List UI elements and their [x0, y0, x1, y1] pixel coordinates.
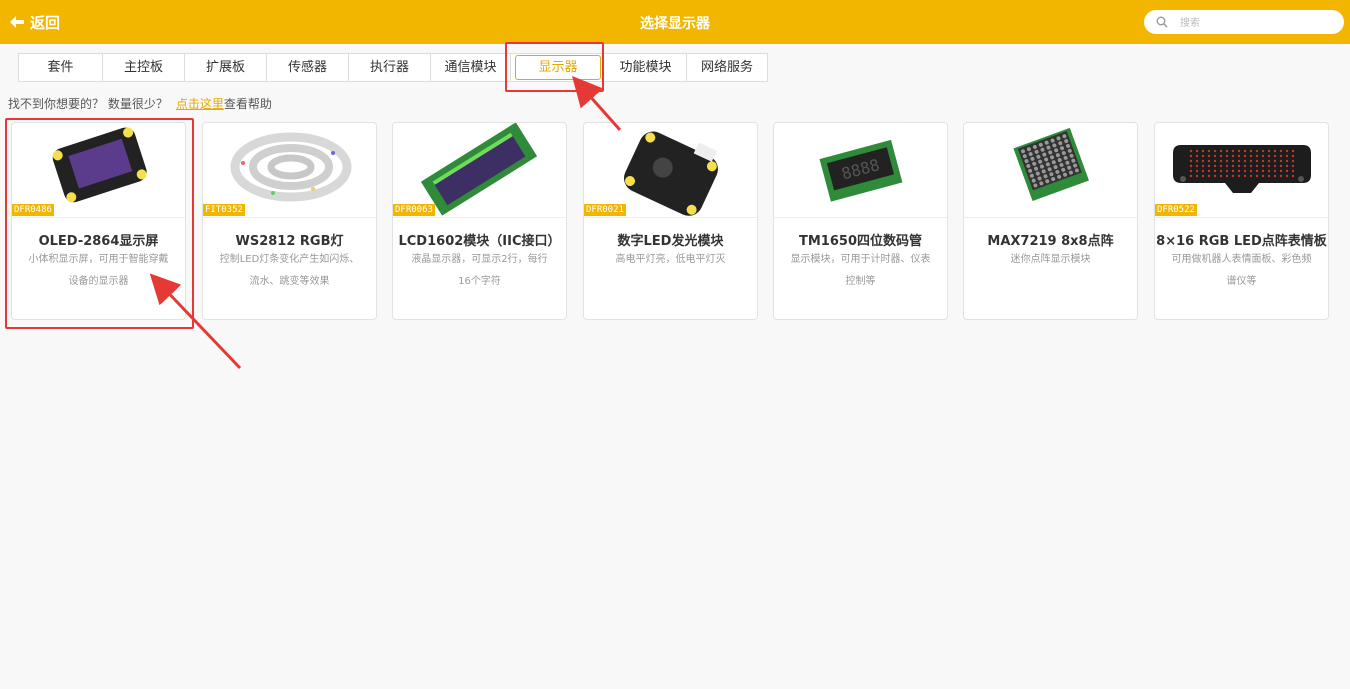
- category-tabs: 套件 主控板 扩展板 传感器 执行器 通信模块 显示器 功能模块 网络服务: [18, 53, 768, 82]
- card-highlight-box: [5, 118, 194, 329]
- product-card-tm1650[interactable]: 8888 TM1650四位数码管 显示模块，可用于计时器、仪表控制等: [773, 122, 948, 320]
- help-link[interactable]: 点击这里: [176, 97, 224, 111]
- product-name: WS2812 RGB灯: [235, 234, 344, 249]
- product-description: 迷你点阵显示模块: [1010, 254, 1091, 265]
- product-description: 高电平灯亮，低电平灯灭: [615, 254, 726, 265]
- tab-kits[interactable]: 套件: [19, 54, 103, 81]
- search-icon: [1156, 16, 1168, 28]
- header-bar: 返回 选择显示器: [0, 0, 1350, 44]
- product-name: 8×16 RGB LED点阵表情板: [1156, 234, 1327, 249]
- tab-function-modules[interactable]: 功能模块: [605, 54, 687, 81]
- tab-highlight-box: [505, 42, 604, 92]
- product-image: 8888: [774, 123, 947, 218]
- product-description: 液晶显示器，可显示2行，每行16个字符: [411, 254, 548, 287]
- product-name: MAX7219 8x8点阵: [987, 234, 1114, 249]
- search-input[interactable]: [1178, 13, 1332, 33]
- product-card-8x16-rgb[interactable]: DFR0522 8×16 RGB LED点阵表情板 可用做机器人表情面板、彩色频…: [1154, 122, 1329, 320]
- search-box[interactable]: [1144, 10, 1344, 34]
- tab-sensors[interactable]: 传感器: [267, 54, 349, 81]
- sku-badge: DFR0063: [393, 204, 435, 216]
- product-description: 显示模块，可用于计时器、仪表控制等: [790, 254, 931, 287]
- tab-mainboards[interactable]: 主控板: [103, 54, 185, 81]
- product-card-digital-led[interactable]: DFR0021 数字LED发光模块 高电平灯亮，低电平灯灭: [583, 122, 758, 320]
- product-image: [964, 123, 1137, 218]
- tab-communication[interactable]: 通信模块: [431, 54, 511, 81]
- product-description: 控制LED灯条变化产生如闪烁、流水、跳变等效果: [219, 254, 360, 287]
- product-name: TM1650四位数码管: [799, 234, 922, 249]
- tab-network-services[interactable]: 网络服务: [687, 54, 767, 81]
- help-line: 找不到你想要的？ 数量很少？ 点击这里查看帮助: [8, 95, 272, 112]
- product-card-ws2812[interactable]: FIT0352 WS2812 RGB灯 控制LED灯条变化产生如闪烁、流水、跳变…: [202, 122, 377, 320]
- sku-badge: DFR0021: [584, 204, 626, 216]
- product-card-lcd1602[interactable]: DFR0063 LCD1602模块（IIC接口） 液晶显示器，可显示2行，每行1…: [392, 122, 567, 320]
- sku-badge: DFR0522: [1155, 204, 1197, 216]
- product-name: LCD1602模块（IIC接口）: [398, 234, 561, 249]
- tab-expansion-boards[interactable]: 扩展板: [185, 54, 267, 81]
- product-card-max7219[interactable]: MAX7219 8x8点阵 迷你点阵显示模块: [963, 122, 1138, 320]
- sku-badge: FIT0352: [203, 204, 245, 216]
- product-description: 可用做机器人表情面板、彩色频谱仪等: [1171, 254, 1312, 287]
- product-name: 数字LED发光模块: [617, 234, 724, 249]
- tab-actuators[interactable]: 执行器: [349, 54, 431, 81]
- help-text: 找不到你想要的？ 数量很少？: [8, 97, 168, 111]
- help-suffix: 查看帮助: [223, 97, 272, 111]
